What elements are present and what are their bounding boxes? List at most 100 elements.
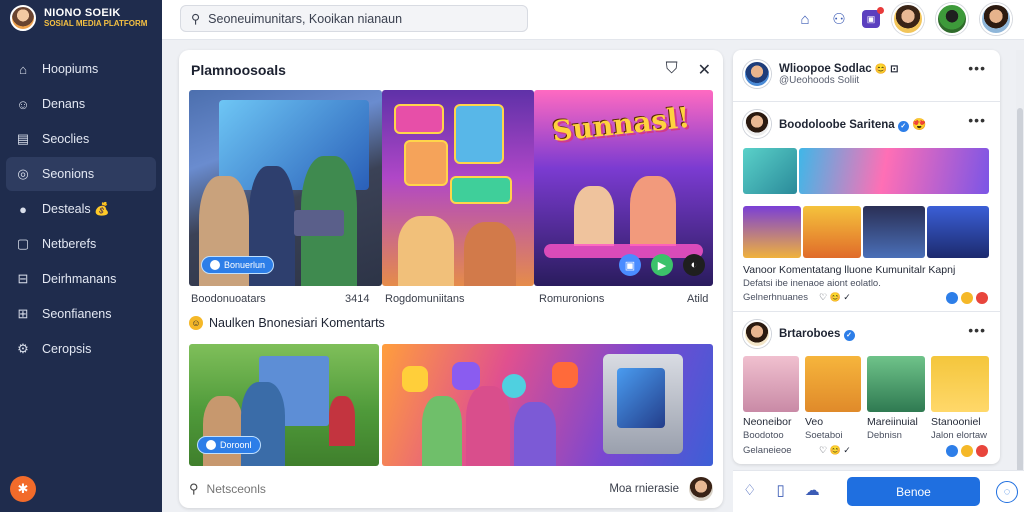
close-icon[interactable]: ✕ xyxy=(698,60,711,80)
media-chip[interactable]: Doroonl xyxy=(197,436,261,454)
profile-photo-image[interactable] xyxy=(931,356,989,412)
person-image xyxy=(466,386,510,466)
person-image xyxy=(464,222,516,286)
sticker-image xyxy=(394,104,444,134)
more-options-icon[interactable]: ••• xyxy=(968,60,986,76)
bookmark-icon[interactable]: ▯ xyxy=(776,481,784,499)
photo-tile-image xyxy=(404,140,448,186)
document-icon: ▤ xyxy=(16,131,30,146)
notification-badge-icon[interactable]: ▣ xyxy=(862,7,884,28)
chat-icon[interactable]: ◌ xyxy=(996,481,1018,503)
sidebar-item-documents[interactable]: ▤ Seoclies xyxy=(0,122,156,156)
top-avatar-1[interactable] xyxy=(892,3,924,35)
reaction-icons[interactable] xyxy=(946,445,988,457)
sidebar-item-home[interactable]: ⌂ Hoopiums xyxy=(0,52,156,86)
profile-photo-image[interactable] xyxy=(805,356,861,412)
post-author[interactable]: Boodoloobe Saritena xyxy=(779,119,895,131)
post-image[interactable] xyxy=(927,206,989,258)
post-image[interactable] xyxy=(743,206,801,258)
avatar[interactable] xyxy=(743,60,771,88)
avatar[interactable] xyxy=(743,110,771,138)
profile-photo-image[interactable] xyxy=(867,356,925,412)
scrollbar[interactable] xyxy=(1016,50,1024,506)
sticker-image xyxy=(402,366,428,392)
post-image[interactable] xyxy=(863,206,925,258)
scrollbar-thumb[interactable] xyxy=(1017,108,1023,506)
profile-name: Neoneibor xyxy=(743,416,792,428)
more-options-icon[interactable]: ••• xyxy=(968,322,986,338)
profile-subtitle: Debnisn xyxy=(867,430,902,441)
sidebar-item-jobs[interactable]: ⊟ Deirhmanans xyxy=(0,262,156,296)
settings-icon: ⚙ xyxy=(17,341,29,356)
more-options-icon[interactable]: ••• xyxy=(968,112,986,128)
brand[interactable]: NIONO SOEIK SOSIAL MEDIA PLATFORM xyxy=(0,0,162,36)
group-icon[interactable]: ☁ xyxy=(805,481,820,499)
sidebar-item-friends[interactable]: ☺ Denans xyxy=(0,87,156,121)
section-heading: ☺ Naulken Bnonesiari Komentarts xyxy=(189,316,385,330)
card-title: Plamnoosoals xyxy=(191,62,286,78)
caption-middle: Rogdomuniitans xyxy=(385,293,465,305)
sticker-image xyxy=(452,362,480,390)
like-icon[interactable]: ♢ xyxy=(743,481,756,499)
post-handle: @Ueohoods Soliit xyxy=(779,74,860,86)
top-avatar-3[interactable] xyxy=(980,3,1012,35)
feed-post: Boodoloobe Saritena ✓ 😍 ••• Vanoor Komen… xyxy=(733,102,1000,312)
post-subtext: Defatsi ibe inenaoe aiont eolatlo. xyxy=(743,278,881,289)
sidebar-item-explore[interactable]: ◎ Seonions xyxy=(6,157,156,191)
photo-icon[interactable]: ▣ xyxy=(619,254,641,276)
search-icon: ⚲ xyxy=(191,12,201,26)
person-image xyxy=(514,402,556,466)
search-box[interactable]: ⚲ xyxy=(180,5,528,32)
brand-avatar xyxy=(10,5,36,31)
search-input[interactable] xyxy=(208,11,499,26)
media-outdoor[interactable]: Doroonl xyxy=(189,344,379,466)
media-chip[interactable]: Bonuerlun xyxy=(201,256,275,274)
compass-icon: ◎ xyxy=(17,166,29,181)
person-image xyxy=(398,216,454,286)
post-author[interactable]: Wlioopoe Sodlac xyxy=(779,63,872,75)
emoji-icon: 😍 xyxy=(912,118,927,131)
sticker-image xyxy=(502,374,526,398)
person-image xyxy=(329,396,355,446)
banner-text: Sunnasl! xyxy=(550,100,692,149)
sidebar-item-places[interactable]: ● Desteals 💰 xyxy=(0,192,156,226)
reaction-icons[interactable]: ♡ 😊 ✓ xyxy=(819,292,851,303)
reaction-icons[interactable]: ♡ 😊 ✓ xyxy=(819,445,851,456)
home-icon: ⌂ xyxy=(19,61,27,77)
avatar[interactable] xyxy=(743,320,771,348)
caption-left-number: 3414 xyxy=(345,293,370,305)
sidebar-item-pages[interactable]: ▢ Netberefs xyxy=(0,227,156,261)
post-author[interactable]: Brtaroboes xyxy=(779,328,840,340)
orange-action-button[interactable]: ✱ xyxy=(10,476,36,502)
share-icon[interactable]: ⛉ xyxy=(666,60,678,80)
feed-post: Brtaroboes ✓ ••• Neoneibor Veo Mareiinui… xyxy=(733,312,1000,464)
user-avatar[interactable] xyxy=(689,477,713,501)
sidebar-item-settings[interactable]: ⚙ Ceropsis xyxy=(0,332,156,366)
verified-icon: ✓ xyxy=(897,120,909,132)
media-stage[interactable]: Sunnasl! ▣ ▶ ◐ xyxy=(534,90,713,286)
post-banner-image[interactable] xyxy=(799,148,989,194)
reaction-icons[interactable] xyxy=(946,292,988,304)
comment-search-input[interactable] xyxy=(206,482,507,496)
person-image xyxy=(203,396,243,466)
top-avatar-2[interactable] xyxy=(936,3,968,35)
post-image[interactable] xyxy=(803,206,861,258)
mic-icon[interactable]: ▶ xyxy=(651,254,673,276)
page-icon: ▢ xyxy=(16,236,30,251)
media-celebration[interactable] xyxy=(382,344,713,466)
sticker-image xyxy=(450,176,512,204)
media-classroom[interactable]: Bonuerlun xyxy=(189,90,382,286)
record-icon[interactable]: ◐ xyxy=(683,254,705,276)
laptop-image xyxy=(294,210,344,236)
kiosk-machine-image xyxy=(603,354,683,454)
profile-photo-image[interactable] xyxy=(743,356,799,412)
post-image[interactable] xyxy=(743,148,797,194)
media-collage[interactable] xyxy=(382,90,534,286)
people-icon[interactable]: ⚇ xyxy=(828,8,850,30)
person-image xyxy=(574,186,614,246)
home-outline-icon[interactable]: ⌂ xyxy=(794,8,816,30)
footer-label: Moa rnierasie xyxy=(609,483,679,495)
sidebar-item-apps[interactable]: ⊞ Seonfianens xyxy=(0,297,156,331)
card-footer: ⚲ Moa rnierasie xyxy=(189,475,713,503)
primary-button[interactable]: Benoe xyxy=(847,477,980,506)
